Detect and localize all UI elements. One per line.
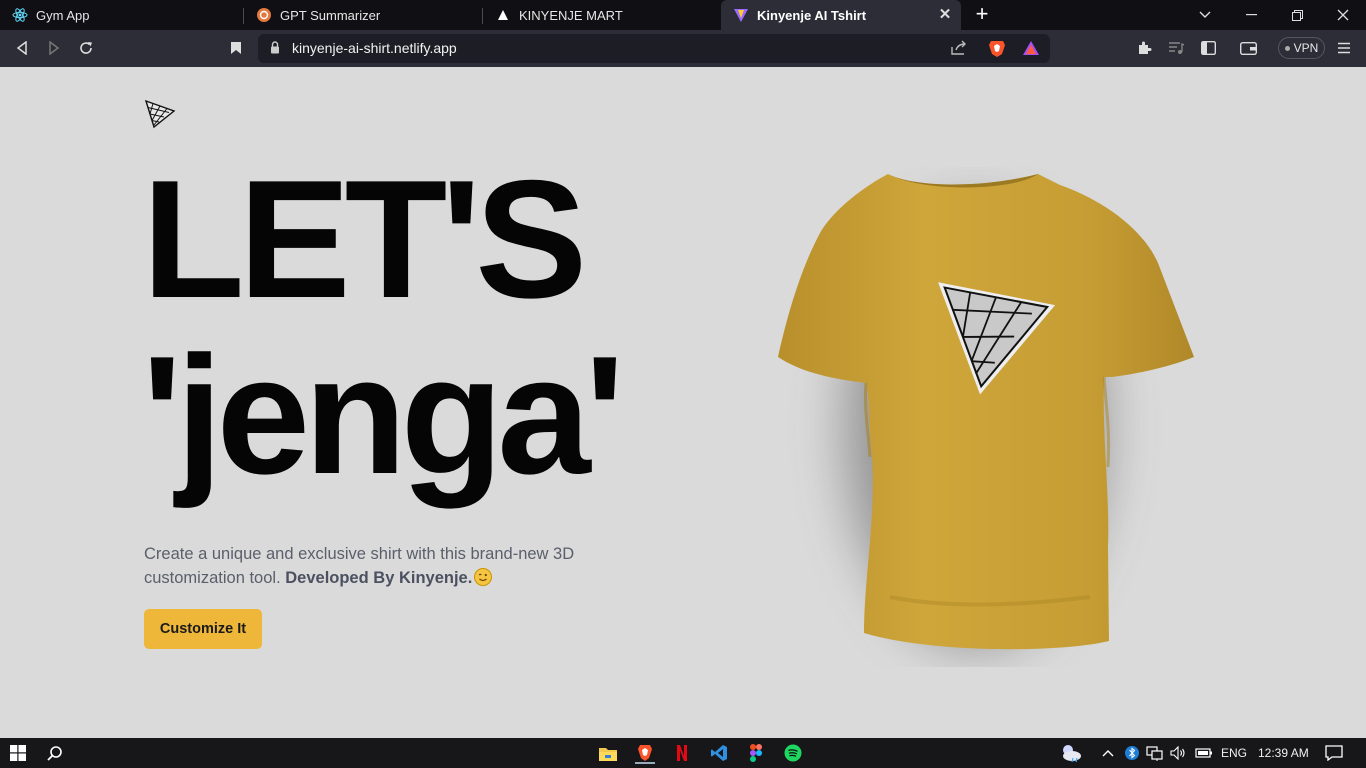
vpn-status-dot <box>1284 45 1290 51</box>
page-content: LET'S 'jenga' Create a unique and exclus… <box>0 67 1366 738</box>
vpn-button[interactable]: VPN <box>1278 37 1325 59</box>
vite-icon <box>733 7 749 23</box>
share-icon[interactable] <box>950 40 968 61</box>
customize-it-button[interactable]: Customize It <box>144 609 262 649</box>
weather-icon[interactable] <box>1058 742 1084 764</box>
site-logo-icon[interactable] <box>144 99 176 129</box>
close-tab-icon[interactable]: ✕ <box>937 7 953 23</box>
description-credit: Developed By Kinyenje. <box>285 569 473 587</box>
new-tab-button[interactable]: + <box>970 3 994 27</box>
brave-shields-icon[interactable] <box>988 39 1006 63</box>
forward-button[interactable] <box>42 36 66 60</box>
tab-title: Gym App <box>36 7 90 23</box>
file-explorer-icon[interactable] <box>596 742 620 764</box>
figma-icon[interactable] <box>744 742 768 764</box>
windows-taskbar: ENG 12:39 AM <box>0 738 1366 768</box>
extensions-icon[interactable] <box>1132 36 1156 60</box>
windows-start-icon[interactable] <box>6 742 30 764</box>
tab-kinyenje-mart[interactable]: KINYENJE MART <box>483 0 721 30</box>
hero-title-line-2: 'jenga' <box>142 321 625 509</box>
sidebar-icon[interactable] <box>1196 36 1220 60</box>
clock[interactable]: 12:39 AM <box>1258 746 1309 760</box>
tab-search-chevron-icon[interactable] <box>1182 0 1228 30</box>
openai-icon <box>256 7 272 23</box>
hero-title-line-1: LET'S <box>142 145 587 333</box>
minimize-button[interactable] <box>1228 0 1274 30</box>
show-hidden-icons-chevron-icon[interactable] <box>1096 742 1120 764</box>
vscode-icon[interactable] <box>707 742 731 764</box>
bluetooth-icon[interactable] <box>1120 742 1144 764</box>
address-bar[interactable]: kinyenje-ai-shirt.netlify.app <box>258 34 1050 63</box>
browser-toolbar: kinyenje-ai-shirt.netlify.app VPN <box>0 30 1366 67</box>
lock-icon <box>270 41 280 59</box>
restore-button[interactable] <box>1274 0 1320 30</box>
tab-title: Kinyenje AI Tshirt <box>757 7 867 23</box>
reload-button[interactable] <box>74 36 98 60</box>
battery-icon[interactable] <box>1192 742 1216 764</box>
tab-gym-app[interactable]: Gym App <box>0 0 244 30</box>
url-text: kinyenje-ai-shirt.netlify.app <box>292 40 457 56</box>
notifications-icon[interactable] <box>1322 742 1346 764</box>
media-icon[interactable] <box>1164 36 1188 60</box>
triangle-icon <box>495 7 511 23</box>
brave-rewards-icon[interactable] <box>1022 40 1040 61</box>
tab-title: KINYENJE MART <box>519 7 623 23</box>
menu-icon[interactable] <box>1332 36 1356 60</box>
hero-description: Create a unique and exclusive shirt with… <box>144 542 614 590</box>
spotify-icon[interactable] <box>781 742 805 764</box>
back-button[interactable] <box>10 36 34 60</box>
network-icon[interactable] <box>1143 742 1167 764</box>
wink-emoji-icon <box>474 568 493 586</box>
react-icon <box>12 7 28 23</box>
netflix-icon[interactable] <box>670 742 694 764</box>
close-window-button[interactable] <box>1320 0 1366 30</box>
brave-icon[interactable] <box>633 742 657 764</box>
tab-gpt-summarizer[interactable]: GPT Summarizer <box>244 0 483 30</box>
language-indicator[interactable]: ENG <box>1221 746 1247 760</box>
search-icon[interactable] <box>43 742 67 764</box>
tab-strip: Gym App GPT Summarizer KINYENJE MART Kin… <box>0 0 1366 30</box>
tab-kinyenje-ai-tshirt[interactable]: Kinyenje AI Tshirt ✕ <box>721 0 961 30</box>
volume-icon[interactable] <box>1166 742 1190 764</box>
bookmark-icon[interactable] <box>224 36 248 60</box>
vpn-label: VPN <box>1293 41 1319 55</box>
wallet-icon[interactable] <box>1236 36 1260 60</box>
tab-title: GPT Summarizer <box>280 7 381 23</box>
active-app-indicator <box>635 762 655 764</box>
tshirt-3d-model[interactable] <box>760 167 1220 667</box>
